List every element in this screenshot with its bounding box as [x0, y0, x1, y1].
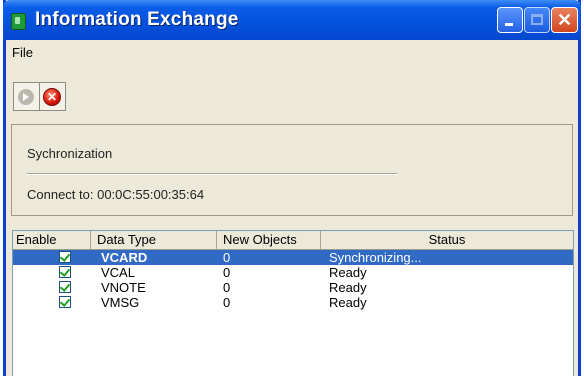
synchronize-button[interactable]: [13, 82, 40, 111]
new-objects-cell: 0: [223, 280, 231, 295]
connect-to-label: Connect to: 00:0C:55:00:35:64: [27, 187, 205, 202]
status-cell: Ready: [329, 265, 367, 280]
app-icon: [11, 13, 26, 30]
column-header-enable[interactable]: Enable: [13, 231, 91, 249]
stop-button[interactable]: ✕: [39, 82, 66, 111]
status-cell: Ready: [329, 280, 367, 295]
list-row[interactable]: VCAL 0 Ready: [13, 265, 573, 280]
data-type-cell: VCARD: [101, 250, 148, 265]
app-window: Information Exchange ✕ File ✕ Sychroniza…: [3, 0, 581, 376]
list-row[interactable]: VMSG 0 Ready: [13, 295, 573, 310]
column-header-status[interactable]: Status: [321, 231, 573, 249]
stop-x-glyph: ✕: [46, 90, 58, 104]
data-type-cell: VMSG: [101, 295, 140, 310]
sync-title: Sychronization: [27, 146, 113, 161]
list-header: Enable Data Type New Objects Status: [13, 231, 573, 250]
new-objects-cell: 0: [223, 265, 231, 280]
data-type-cell: VCAL: [101, 265, 135, 280]
new-objects-cell: 0: [223, 295, 231, 310]
sync-panel: Sychronization Connect to: 00:0C:55:00:3…: [11, 124, 573, 216]
data-type-list: Enable Data Type New Objects Status VCAR…: [12, 230, 574, 376]
data-type-cell: VNOTE: [101, 280, 146, 295]
new-objects-cell: 0: [223, 250, 231, 265]
window-title: Information Exchange: [35, 9, 239, 30]
sync-icon: [18, 89, 34, 105]
enable-checkbox[interactable]: [59, 296, 71, 308]
stop-icon: ✕: [43, 88, 61, 106]
status-cell: Synchronizing...: [329, 250, 422, 265]
enable-checkbox[interactable]: [59, 251, 71, 263]
menu-bar: File: [6, 44, 578, 64]
close-icon: ✕: [556, 10, 573, 30]
column-header-new-objects[interactable]: New Objects: [217, 231, 321, 249]
maximize-button[interactable]: [524, 7, 550, 33]
close-button[interactable]: ✕: [551, 7, 578, 33]
list-row[interactable]: VCARD 0 Synchronizing...: [13, 250, 573, 265]
toolbar: ✕: [6, 78, 578, 118]
title-bar[interactable]: Information Exchange ✕: [3, 0, 581, 40]
enable-checkbox[interactable]: [59, 281, 71, 293]
column-header-data-type[interactable]: Data Type: [91, 231, 217, 249]
list-row[interactable]: VNOTE 0 Ready: [13, 280, 573, 295]
minimize-button[interactable]: [497, 7, 523, 33]
status-cell: Ready: [329, 295, 367, 310]
sync-divider: [27, 173, 397, 175]
menu-file[interactable]: File: [12, 45, 33, 60]
enable-checkbox[interactable]: [59, 266, 71, 278]
